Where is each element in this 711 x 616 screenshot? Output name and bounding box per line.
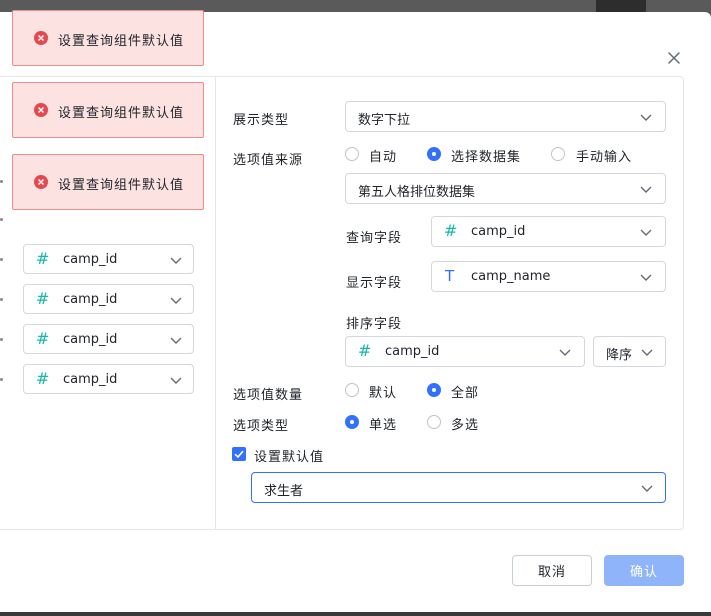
radio-manual[interactable] xyxy=(551,147,565,161)
chevron-down-icon xyxy=(169,293,183,307)
dataset-value: 第五人格排位数据集 xyxy=(358,185,476,200)
number-field-icon: # xyxy=(36,289,50,308)
field-select-value: camp_id xyxy=(63,372,118,387)
toast-message: 设置查询组件默认值 xyxy=(58,178,185,193)
number-field-icon: # xyxy=(36,329,50,348)
option-type-label: 选项类型 xyxy=(233,419,290,434)
radio-single-label: 单选 xyxy=(369,418,398,433)
query-field-value: camp_id xyxy=(471,224,526,239)
display-field-select[interactable]: T camp_name xyxy=(431,261,666,292)
sort-field-select[interactable]: # camp_id xyxy=(345,336,585,367)
text-field-icon: T xyxy=(445,267,455,285)
radio-default-label: 默认 xyxy=(369,386,398,401)
display-field-label: 显示字段 xyxy=(346,276,403,291)
radio-dataset[interactable] xyxy=(427,147,441,161)
cancel-button[interactable]: 取消 xyxy=(512,555,592,586)
error-icon xyxy=(34,31,48,45)
chevron-down-icon xyxy=(169,253,183,267)
field-select-value: camp_id xyxy=(63,332,118,347)
display-field-value: camp_name xyxy=(471,269,551,284)
radio-all-label: 全部 xyxy=(451,386,480,401)
number-field-icon: # xyxy=(36,249,50,268)
field-select[interactable]: # camp_id xyxy=(23,284,194,314)
field-select[interactable]: # camp_id xyxy=(23,324,194,354)
field-select-value: camp_id xyxy=(63,252,118,267)
backdrop-shadow xyxy=(596,0,646,12)
radio-auto-label: 自动 xyxy=(369,150,398,165)
sort-field-value: camp_id xyxy=(385,344,440,359)
option-source-label: 选项值来源 xyxy=(233,153,304,168)
radio-multi-label: 多选 xyxy=(451,418,480,433)
radio-all[interactable] xyxy=(427,383,441,397)
chevron-down-icon xyxy=(640,345,654,359)
error-toast: 设置查询组件默认值 xyxy=(12,82,204,138)
display-type-label: 展示类型 xyxy=(233,113,290,128)
chevron-down-icon xyxy=(639,270,653,284)
tree-dot xyxy=(0,378,3,381)
field-select-value: camp_id xyxy=(63,292,118,307)
error-icon xyxy=(34,175,48,189)
radio-default[interactable] xyxy=(345,383,359,397)
error-icon xyxy=(34,103,48,117)
tree-dot xyxy=(0,258,3,261)
backdrop-bottom xyxy=(0,612,711,616)
chevron-down-icon xyxy=(639,225,653,239)
default-value-label: 设置默认值 xyxy=(254,450,325,465)
radio-auto[interactable] xyxy=(345,147,359,161)
default-value-select[interactable]: 求生者 xyxy=(251,472,666,503)
radio-multi[interactable] xyxy=(427,415,441,429)
query-field-select[interactable]: # camp_id xyxy=(431,216,666,247)
display-type-value: 数字下拉 xyxy=(358,113,411,128)
default-value-text: 求生者 xyxy=(264,484,304,499)
tree-dot xyxy=(0,180,3,183)
toast-message: 设置查询组件默认值 xyxy=(58,34,185,49)
error-toast: 设置查询组件默认值 xyxy=(12,154,204,210)
error-toast: 设置查询组件默认值 xyxy=(12,10,204,66)
radio-dataset-label: 选择数据集 xyxy=(451,150,522,165)
field-select[interactable]: # camp_id xyxy=(23,244,194,274)
sort-order-select[interactable]: 降序 xyxy=(593,336,666,367)
number-field-icon: # xyxy=(36,369,50,388)
radio-manual-label: 手动输入 xyxy=(576,150,633,165)
panel-divider xyxy=(215,77,216,529)
sort-order-value: 降序 xyxy=(606,348,633,363)
chevron-down-icon xyxy=(169,333,183,347)
dataset-select[interactable]: 第五人格排位数据集 xyxy=(345,173,666,204)
chevron-down-icon xyxy=(558,345,572,359)
default-value-checkbox[interactable] xyxy=(232,447,246,461)
toast-message: 设置查询组件默认值 xyxy=(58,106,185,121)
sort-field-label: 排序字段 xyxy=(346,317,403,332)
tree-dot xyxy=(0,298,3,301)
number-field-icon: # xyxy=(358,341,372,360)
confirm-button[interactable]: 确认 xyxy=(604,555,684,586)
query-field-label: 查询字段 xyxy=(346,231,403,246)
radio-single[interactable] xyxy=(345,415,359,429)
close-icon[interactable] xyxy=(664,48,684,68)
tree-dot xyxy=(0,338,3,341)
chevron-down-icon xyxy=(639,110,653,124)
display-type-select[interactable]: 数字下拉 xyxy=(345,101,666,132)
tree-dot xyxy=(0,218,3,221)
chevron-down-icon xyxy=(169,373,183,387)
option-count-label: 选项值数量 xyxy=(233,388,304,403)
chevron-down-icon xyxy=(640,481,654,495)
chevron-down-icon xyxy=(639,182,653,196)
field-select[interactable]: # camp_id xyxy=(23,364,194,394)
number-field-icon: # xyxy=(444,221,458,240)
